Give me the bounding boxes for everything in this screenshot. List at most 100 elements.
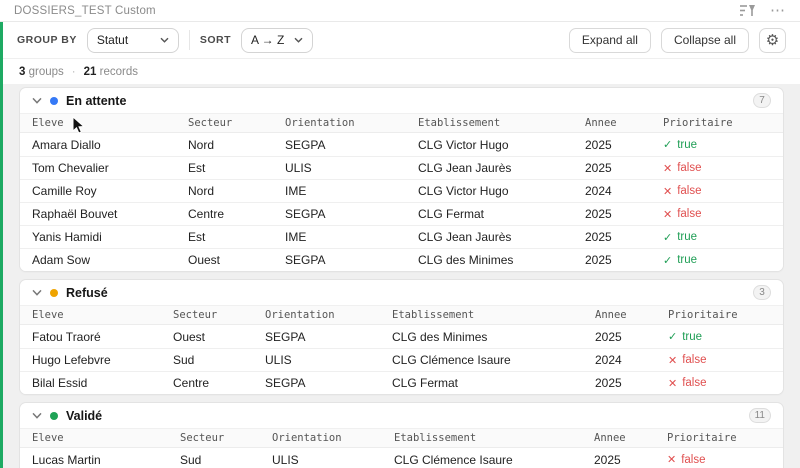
- cell-eleve: Bilal Essid: [32, 376, 88, 390]
- prioritaire-icon: ✓: [663, 139, 673, 151]
- column-header[interactable]: Prioritaire: [667, 432, 771, 444]
- cell-prioritaire: ✕ false: [663, 185, 771, 198]
- cell-prioritaire: ✓ true: [668, 330, 771, 344]
- sort-select[interactable]: A → Z: [241, 27, 313, 53]
- expand-all-button[interactable]: Expand all: [568, 27, 651, 53]
- prioritaire-icon: ✓: [663, 231, 673, 244]
- prioritaire-text: false: [682, 354, 707, 366]
- group-card: Validé 11 Eleve Secteur Orientation Etablis…: [19, 402, 784, 468]
- table-row[interactable]: Raphaël Bouvet Centre SEGPA CLG Fermat 2…: [20, 202, 783, 225]
- prioritaire-text: false: [677, 162, 702, 174]
- cell-orientation: IME: [285, 230, 307, 244]
- table-row[interactable]: Adam Sow Ouest SEGPA CLG des Minimes 202…: [20, 248, 783, 271]
- cell-eleve: Hugo Lefebvre: [32, 353, 111, 367]
- prioritaire-icon: ✓: [663, 254, 673, 267]
- column-header[interactable]: Etablissement: [418, 117, 585, 129]
- group-header[interactable]: En attente 7: [20, 88, 783, 113]
- cell-etablissement: CLG des Minimes: [392, 329, 488, 344]
- cell-annee: 2025: [585, 207, 612, 221]
- group-title: En attente: [66, 93, 127, 108]
- prioritaire-text: false: [681, 453, 706, 466]
- column-header[interactable]: Annee: [595, 309, 668, 321]
- cell-annee: 2025: [594, 452, 621, 467]
- column-header[interactable]: Etablissement: [394, 432, 594, 444]
- column-header[interactable]: Eleve: [32, 432, 180, 444]
- sort-value: A → Z: [251, 33, 285, 47]
- prioritaire-icon: ✓: [668, 331, 678, 343]
- cell-etablissement: CLG Fermat: [418, 207, 485, 221]
- table-row[interactable]: Yanis Hamidi Est IME CLG Jean Jaurès 202…: [20, 225, 783, 248]
- page-title: DOSSIERS_TEST Custom: [14, 4, 156, 17]
- sort-label: SORT: [199, 34, 231, 46]
- prioritaire-icon: ✕: [663, 162, 673, 175]
- column-header[interactable]: Eleve: [32, 309, 173, 321]
- column-header[interactable]: Eleve: [32, 117, 188, 129]
- cell-eleve: Camille Roy: [32, 184, 97, 198]
- cell-secteur: Ouest: [173, 329, 206, 344]
- prioritaire-icon: ✕: [667, 454, 677, 466]
- summary-bar: 3 groups · 21 records: [3, 59, 800, 84]
- cell-secteur: Ouest: [188, 253, 221, 267]
- table-row[interactable]: Lucas Martin Sud ULIS CLG Clémence Isaur…: [20, 448, 783, 468]
- chevron-down-icon[interactable]: [32, 97, 42, 104]
- cell-prioritaire: ✕ false: [667, 453, 771, 467]
- gear-icon[interactable]: ⚙: [759, 27, 786, 53]
- table-row[interactable]: Fatou Traoré Ouest SEGPA CLG des Minimes…: [20, 325, 783, 348]
- cell-orientation: SEGPA: [265, 329, 306, 344]
- chevron-down-icon[interactable]: [32, 289, 42, 296]
- cell-eleve: Fatou Traoré: [32, 329, 101, 344]
- table-row[interactable]: Camille Roy Nord IME CLG Victor Hugo 202…: [20, 179, 783, 202]
- column-header[interactable]: Secteur: [173, 309, 265, 321]
- column-header[interactable]: Orientation: [265, 309, 392, 321]
- cell-etablissement: CLG Clémence Isaure: [392, 353, 511, 367]
- column-header[interactable]: Prioritaire: [668, 309, 771, 321]
- collapse-all-button[interactable]: Collapse all: [660, 27, 749, 53]
- cell-orientation: SEGPA: [285, 253, 326, 267]
- group-by-select[interactable]: Statut: [86, 27, 179, 53]
- column-header-row: Eleve Secteur Orientation Etablissement Anne…: [20, 113, 783, 133]
- cell-orientation: ULIS: [265, 353, 292, 367]
- cell-secteur: Centre: [188, 207, 225, 221]
- column-header-row: Eleve Secteur Orientation Etablissement Anne…: [20, 305, 783, 325]
- cell-orientation: SEGPA: [265, 376, 306, 390]
- table-row[interactable]: Tom Chevalier Est ULIS CLG Jean Jaurès 2…: [20, 156, 783, 179]
- table-row[interactable]: Hugo Lefebvre Sud ULIS CLG Clémence Isau…: [20, 348, 783, 371]
- cell-annee: 2025: [585, 137, 612, 152]
- prioritaire-text: false: [682, 377, 707, 389]
- group-count-badge: 3: [753, 285, 771, 300]
- group-rows: Lucas Martin Sud ULIS CLG Clémence Isaur…: [20, 448, 783, 468]
- more-options-icon[interactable]: ⋯: [770, 3, 786, 18]
- column-header[interactable]: Secteur: [180, 432, 272, 444]
- chevron-down-icon[interactable]: [32, 412, 42, 419]
- table-row[interactable]: Amara Diallo Nord SEGPA CLG Victor Hugo …: [20, 133, 783, 156]
- cell-eleve: Amara Diallo: [32, 137, 101, 152]
- group-header[interactable]: Refusé 3: [20, 280, 783, 305]
- cell-prioritaire: ✓ true: [663, 254, 771, 267]
- group-by-value: Statut: [96, 33, 129, 47]
- cell-prioritaire: ✕ false: [663, 208, 771, 221]
- group-count-badge: 7: [753, 93, 771, 108]
- cell-orientation: ULIS: [272, 452, 299, 467]
- prioritaire-icon: ✕: [663, 185, 673, 198]
- group-header[interactable]: Validé 11: [20, 403, 783, 428]
- column-header[interactable]: Orientation: [285, 117, 418, 129]
- column-header[interactable]: Etablissement: [392, 309, 595, 321]
- column-header[interactable]: Annee: [585, 117, 663, 129]
- view-panel: GROUP BY Statut SORT A → Z Expand all Co…: [0, 22, 800, 468]
- prioritaire-text: true: [677, 254, 698, 266]
- status-dot: [50, 288, 58, 297]
- table-row[interactable]: Bilal Essid Centre SEGPA CLG Fermat 2025…: [20, 371, 783, 394]
- column-header[interactable]: Prioritaire: [663, 117, 771, 129]
- cell-eleve: Yanis Hamidi: [32, 230, 102, 244]
- filter-sort-icon[interactable]: [740, 4, 756, 17]
- column-header[interactable]: Orientation: [272, 432, 394, 444]
- group-rows: Fatou Traoré Ouest SEGPA CLG des Minimes…: [20, 325, 783, 394]
- cell-orientation: ULIS: [285, 161, 312, 175]
- prioritaire-text: true: [677, 138, 698, 151]
- cell-orientation: SEGPA: [285, 137, 326, 152]
- group-count-badge: 11: [748, 408, 771, 423]
- prioritaire-text: false: [677, 185, 702, 197]
- column-header[interactable]: Annee: [594, 432, 667, 444]
- cell-prioritaire: ✓ true: [663, 231, 771, 244]
- column-header[interactable]: Secteur: [188, 117, 285, 129]
